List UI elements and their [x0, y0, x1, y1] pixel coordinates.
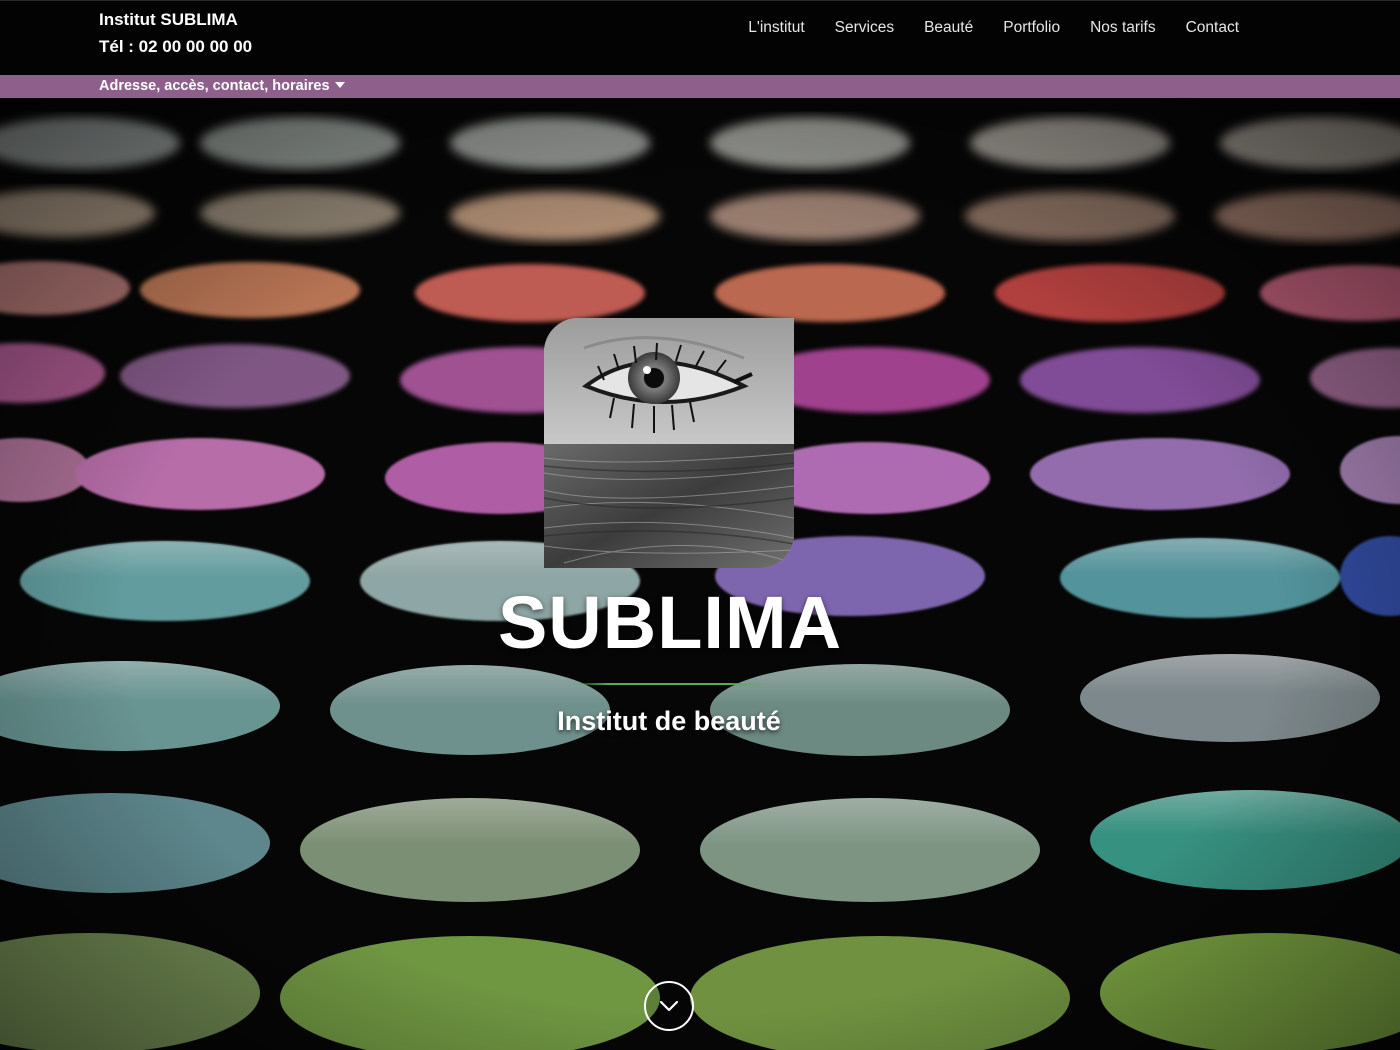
eyeshadow-palette-background: [0, 98, 1400, 1050]
hero-section: SUBLIMA Institut de beauté: [0, 98, 1400, 1050]
nav-item-services[interactable]: Services: [835, 17, 894, 39]
info-bar: Adresse, accès, contact, horaires: [0, 75, 1400, 98]
brand-block: Institut SUBLIMA Tél : 02 00 00 00 00: [99, 6, 252, 60]
phone-number[interactable]: Tél : 02 00 00 00 00: [99, 33, 252, 60]
eye-and-hair-logo: [544, 318, 794, 568]
site-header: Institut SUBLIMA Tél : 02 00 00 00 00 L'…: [0, 0, 1400, 75]
nav-item-institut[interactable]: L'institut: [748, 17, 804, 39]
nav-item-portfolio[interactable]: Portfolio: [1003, 17, 1060, 39]
hero-subtitle: Institut de beauté: [557, 706, 781, 736]
main-nav: L'institut Services Beauté Portfolio Nos…: [748, 17, 1239, 39]
nav-item-beaute[interactable]: Beauté: [924, 17, 973, 39]
nav-item-contact[interactable]: Contact: [1186, 17, 1239, 39]
scroll-down-button[interactable]: [644, 981, 694, 1031]
brand-name[interactable]: Institut SUBLIMA: [99, 6, 252, 33]
info-toggle[interactable]: Adresse, accès, contact, horaires: [99, 77, 345, 96]
nav-item-tarifs[interactable]: Nos tarifs: [1090, 17, 1155, 39]
info-toggle-label: Adresse, accès, contact, horaires: [99, 78, 330, 94]
title-divider: [568, 683, 770, 685]
logo-image: [544, 318, 794, 568]
chevron-down-icon: [659, 1000, 679, 1012]
hero-title: SUBLIMA: [497, 581, 843, 664]
caret-down-icon: [334, 82, 345, 88]
